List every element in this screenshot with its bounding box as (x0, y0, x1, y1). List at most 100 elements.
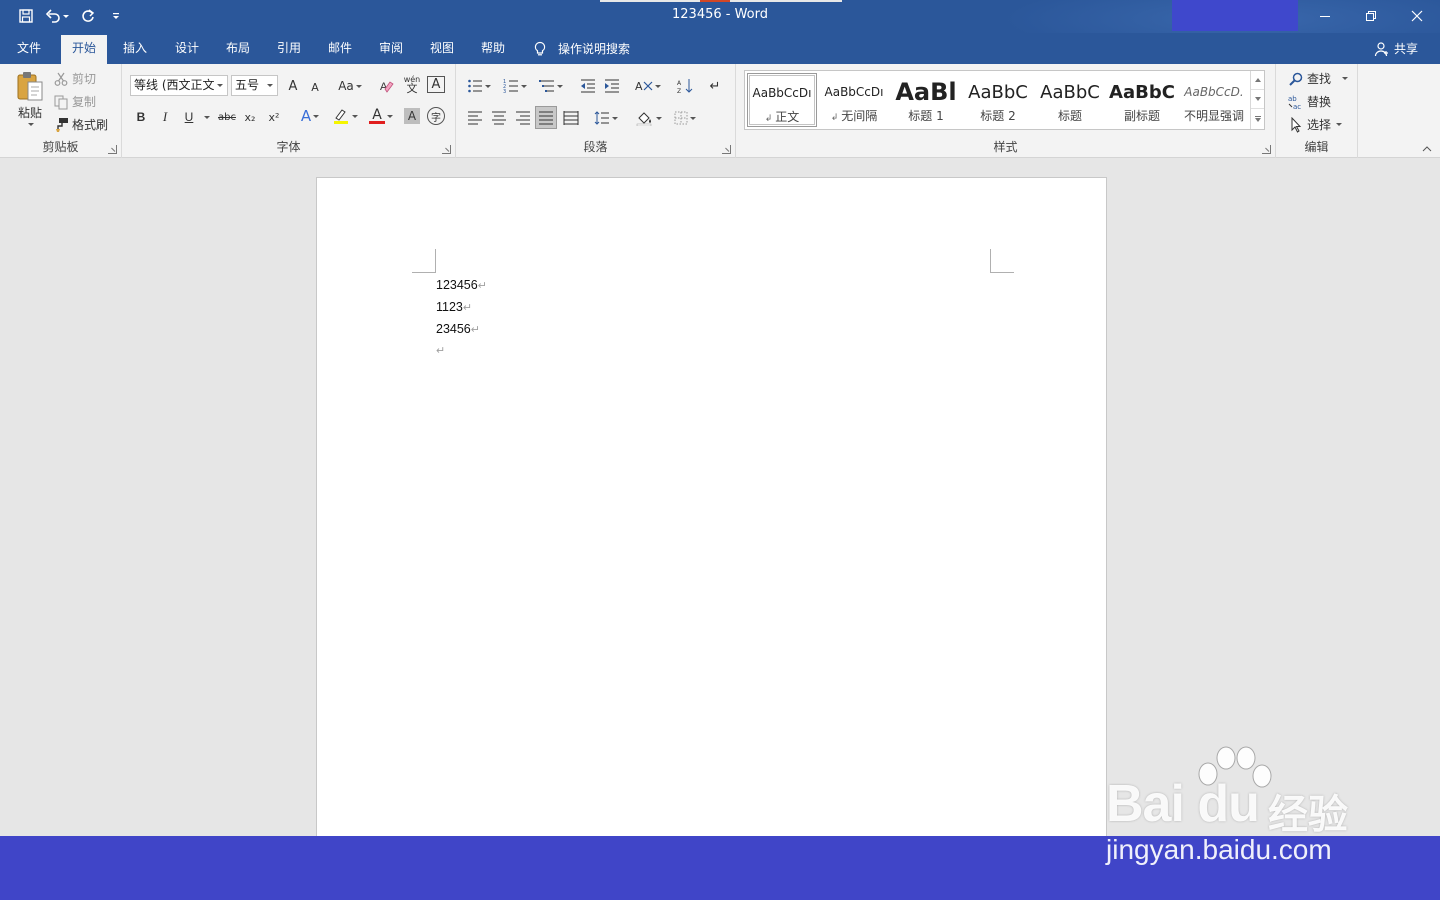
align-center-icon[interactable] (490, 108, 508, 128)
title-progress (600, 0, 842, 2)
document-line: ↵ (436, 341, 487, 360)
tab-help[interactable]: 帮助 (470, 35, 516, 64)
tab-home[interactable]: 开始 (61, 35, 108, 64)
highlight-icon[interactable] (330, 106, 360, 126)
paste-dropdown-icon[interactable] (28, 123, 34, 126)
select-dropdown-icon[interactable] (1336, 123, 1343, 126)
decrease-indent-icon[interactable] (578, 76, 598, 96)
distributed-icon[interactable] (562, 108, 580, 128)
document-page[interactable]: 123456↵ 1123↵ 23456↵ ↵ (316, 177, 1107, 857)
paragraph-mark: ↵ (477, 280, 487, 292)
numbering-icon[interactable]: 123 (500, 76, 530, 96)
document-body[interactable]: 123456↵ 1123↵ 23456↵ ↵ (436, 275, 487, 360)
shrink-font-icon[interactable]: A (307, 77, 323, 97)
gallery-scroll (1250, 71, 1264, 129)
tab-design[interactable]: 设计 (164, 35, 210, 64)
gallery-down-icon[interactable] (1251, 90, 1264, 109)
font-name-dropdown-icon[interactable] (217, 84, 223, 87)
strikethrough-icon[interactable]: abc (216, 107, 238, 127)
styles-launcher-icon[interactable] (1262, 145, 1271, 154)
tab-insert[interactable]: 插入 (112, 35, 158, 64)
style-title[interactable]: AaBbC 标题 (1035, 73, 1105, 127)
borders-icon[interactable] (670, 108, 700, 128)
style-no-spacing[interactable]: AaBbCcDı ↲ 无间隔 (819, 73, 889, 127)
share-button[interactable]: 共享 (1374, 33, 1418, 64)
tab-layout[interactable]: 布局 (215, 35, 261, 64)
paste-button[interactable]: 粘贴 (12, 70, 48, 134)
replace-button[interactable]: ab ac 替换 (1288, 93, 1331, 110)
style-subtle-emphasis[interactable]: AaBbCcD. 不明显强调 (1179, 73, 1249, 127)
close-icon[interactable] (1394, 0, 1440, 32)
subscript-icon[interactable]: x₂ (242, 107, 258, 127)
gallery-more-icon[interactable] (1251, 109, 1264, 128)
character-border-icon[interactable]: A (427, 76, 445, 93)
bold-icon[interactable]: B (134, 107, 148, 127)
style-heading-1[interactable]: AaBl 标题 1 (891, 73, 961, 127)
person-icon (1374, 41, 1388, 56)
find-button[interactable]: 查找 (1288, 70, 1349, 87)
margin-corner-top-right (990, 249, 1014, 273)
cut-button[interactable]: 剪切 (53, 70, 96, 87)
style-normal[interactable]: AaBbCcDı ↲ 正文 (747, 73, 817, 127)
paragraph-launcher-icon[interactable] (722, 145, 731, 154)
tab-references[interactable]: 引用 (266, 35, 312, 64)
find-dropdown-icon[interactable] (1342, 77, 1349, 80)
align-right-icon[interactable] (514, 108, 532, 128)
select-button[interactable]: 选择 (1288, 116, 1343, 133)
font-color-icon[interactable]: A (366, 106, 396, 126)
share-label: 共享 (1393, 42, 1418, 56)
find-label: 查找 (1307, 72, 1332, 86)
sort-icon[interactable]: AZ (676, 76, 694, 96)
style-name: 正文 (775, 110, 800, 124)
clipboard-group-label: 剪贴板 (42, 140, 79, 154)
show-marks-icon[interactable]: ↵ (706, 76, 724, 96)
tell-me-search[interactable]: 操作说明搜索 (532, 33, 630, 64)
watermark-logo: Bai du (1106, 775, 1260, 833)
clipboard-launcher-icon[interactable] (108, 145, 117, 154)
restore-icon[interactable] (1348, 0, 1394, 32)
paragraph-shading-icon[interactable] (634, 108, 664, 128)
underline-icon[interactable]: U (182, 107, 196, 127)
style-heading-2[interactable]: AaBbC 标题 2 (963, 73, 1033, 127)
chinese-layout-icon[interactable]: A (634, 76, 662, 96)
text-effects-icon[interactable]: A (296, 106, 324, 126)
window-title: 123456 - Word (672, 7, 768, 22)
style-subtitle[interactable]: AaBbC 副标题 (1107, 73, 1177, 127)
brush-icon (53, 117, 69, 133)
tab-review[interactable]: 审阅 (368, 35, 414, 64)
grow-font-icon[interactable]: A (284, 76, 302, 96)
watermark-cn: 经验 (1268, 792, 1348, 838)
change-case-icon[interactable]: Aa (336, 76, 364, 96)
style-name: 不明显强调 (1183, 109, 1244, 123)
multilevel-list-icon[interactable] (536, 76, 566, 96)
collapse-ribbon-icon[interactable] (1422, 146, 1432, 152)
character-shading-icon[interactable]: A (404, 108, 420, 124)
minimize-icon[interactable] (1302, 0, 1348, 32)
underline-dropdown-icon[interactable] (204, 116, 210, 119)
font-name-combo[interactable]: 等线 (西文正文 (130, 75, 228, 96)
style-preview: AaBbCcDı (824, 85, 884, 99)
line-spacing-icon[interactable] (592, 108, 620, 128)
font-color-label: A (372, 106, 382, 123)
bullets-icon[interactable] (464, 76, 494, 96)
justify-icon[interactable] (535, 106, 557, 129)
phonetic-guide-icon[interactable]: wén 文 (402, 74, 422, 94)
copy-button[interactable]: 复制 (53, 93, 96, 110)
replace-label: 替换 (1307, 95, 1332, 109)
gallery-up-icon[interactable] (1251, 71, 1264, 90)
increase-indent-icon[interactable] (602, 76, 622, 96)
font-group-label: 字体 (276, 140, 301, 154)
font-size-dropdown-icon[interactable] (267, 84, 273, 87)
enclose-characters-icon[interactable]: 字 (427, 107, 445, 125)
tab-file[interactable]: 文件 (6, 35, 52, 64)
tab-view[interactable]: 视图 (419, 35, 465, 64)
align-left-icon[interactable] (466, 108, 484, 128)
font-size-combo[interactable]: 五号 (231, 75, 278, 96)
italic-icon[interactable]: I (158, 107, 172, 127)
superscript-icon[interactable]: x² (266, 107, 282, 127)
clear-formatting-icon[interactable]: A (378, 76, 396, 96)
tab-mailings[interactable]: 邮件 (317, 35, 363, 64)
font-launcher-icon[interactable] (442, 145, 451, 154)
styles-gallery: AaBbCcDı ↲ 正文 AaBbCcDı ↲ 无间隔 AaBl 标题 1 A… (744, 70, 1265, 130)
format-painter-button[interactable]: 格式刷 (53, 116, 108, 133)
